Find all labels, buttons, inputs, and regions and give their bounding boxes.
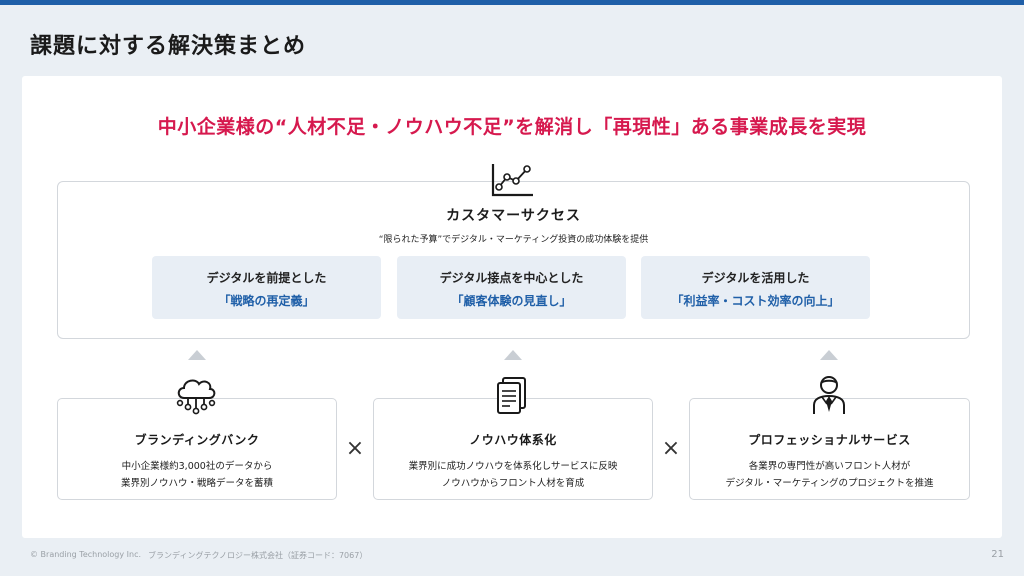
- service-desc-line1: 中小企業様約3,000社のデータから: [121, 461, 273, 472]
- service-description: 各業界の専門性が高いフロント人材が デジタル・マーケティングのプロジェクトを推進: [690, 458, 969, 492]
- service-desc-line2: ノウハウからフロント人材を育成: [441, 478, 585, 489]
- pillar-line1: デジタル接点を中心とした: [439, 271, 584, 285]
- person-icon: [813, 376, 845, 414]
- pillar-line1: デジタルを活用した: [701, 271, 810, 285]
- service-desc-line1: 各業界の専門性が高いフロント人材が: [748, 461, 911, 472]
- pillar-line2: 「顧客体験の見直し」: [451, 294, 572, 308]
- copyright-text: © Branding Technology Inc.: [30, 550, 142, 559]
- service-desc-line1: 業界別に成功ノウハウを体系化しサービスに反映: [408, 461, 618, 472]
- company-name: ブランディングテクノロジー株式会社（証券コード：7067）: [148, 551, 368, 560]
- service-description: 業界別に成功ノウハウを体系化しサービスに反映 ノウハウからフロント人材を育成: [374, 458, 652, 492]
- pillar-line1: デジタルを前提とした: [206, 271, 327, 285]
- service-title: プロフェッショナルサービス: [748, 433, 911, 447]
- pillar-customer-experience: デジタル接点を中心とした 「顧客体験の見直し」: [397, 256, 626, 319]
- page-title: 課題に対する解決策まとめ: [30, 34, 307, 59]
- pillar-profitability: デジタルを活用した 「利益率・コスト効率の向上」: [641, 256, 870, 319]
- multiply-icon: ×: [661, 436, 681, 461]
- up-arrow-icon: [820, 350, 838, 360]
- up-arrow-icon: [504, 350, 522, 360]
- line-chart-icon: [491, 164, 533, 197]
- service-description: 中小企業様約3,000社のデータから 業界別ノウハウ・戦略データを蓄積: [58, 458, 336, 492]
- service-title: ブランディングバンク: [134, 433, 260, 447]
- document-icon: [497, 377, 526, 414]
- service-desc-line2: 業界別ノウハウ・戦略データを蓄積: [120, 478, 273, 489]
- page-number: 21: [991, 549, 1004, 560]
- multiply-icon: ×: [345, 436, 365, 461]
- pillar-line2: 「戦略の再定義」: [218, 294, 315, 308]
- pillar-line2: 「利益率・コスト効率の向上」: [671, 294, 840, 308]
- customer-success-subtitle: “限られた予算”でデジタル・マーケティング投資の成功体験を提供: [378, 235, 649, 245]
- headline: 中小企業様の“人材不足・ノウハウ不足”を解消し「再現性」ある事業成長を実現: [157, 116, 867, 138]
- pillar-strategy: デジタルを前提とした 「戦略の再定義」: [152, 256, 381, 319]
- service-title: ノウハウ体系化: [469, 433, 557, 447]
- up-arrow-icon: [188, 350, 206, 360]
- cloud-network-icon: [176, 379, 216, 415]
- customer-success-title: カスタマーサクセス: [446, 208, 581, 224]
- service-desc-line2: デジタル・マーケティングのプロジェクトを推進: [725, 478, 934, 489]
- top-accent-bar: [0, 0, 1024, 5]
